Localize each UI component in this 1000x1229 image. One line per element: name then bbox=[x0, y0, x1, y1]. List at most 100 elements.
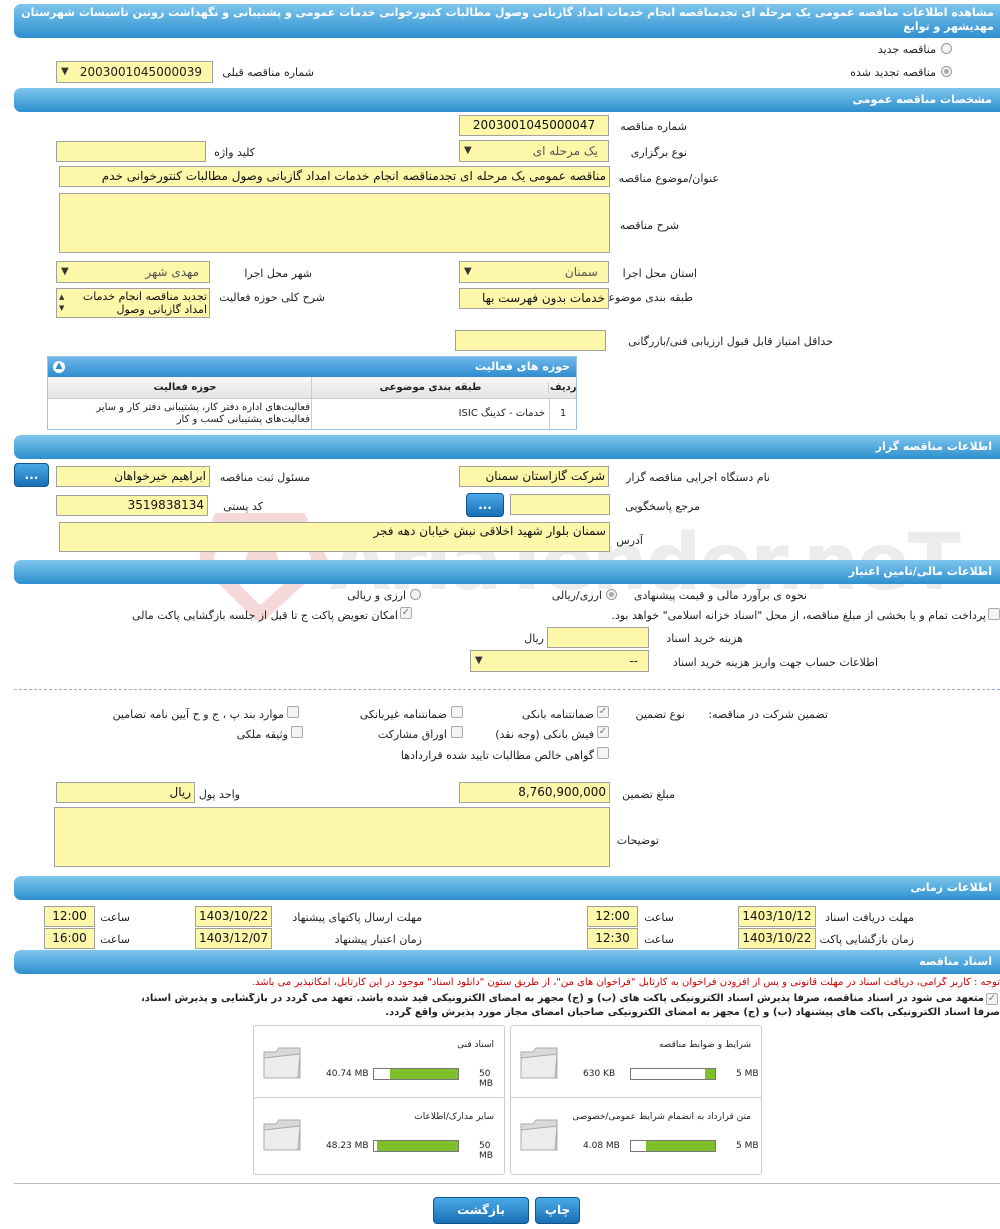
folder-icon bbox=[263, 1047, 301, 1079]
items-pc-checkbox[interactable] bbox=[287, 706, 299, 718]
province-select[interactable]: ▼ سمنان bbox=[459, 261, 609, 283]
doc-card-title: سایر مدارک/اطلاعات bbox=[414, 1112, 494, 1122]
table-row[interactable]: 1 خدمات - کدینگ ISIC فعالیت‌های اداره دف… bbox=[48, 399, 576, 429]
chevron-down-icon: ▼ bbox=[61, 66, 69, 77]
estimate-label: نحوه ی برآورد مالی و قیمت پیشنهادی bbox=[633, 589, 807, 602]
chevron-down-icon: ▼ bbox=[61, 266, 69, 277]
address-label: آدرس bbox=[616, 534, 643, 547]
activity-desc-label: شرح کلی حوزه فعالیت bbox=[219, 291, 325, 304]
new-tender-radio[interactable] bbox=[941, 43, 952, 54]
open-time[interactable]: 12:30 bbox=[587, 928, 638, 949]
chevron-down-icon: ▼ bbox=[475, 655, 483, 666]
description-field[interactable] bbox=[59, 193, 610, 253]
registrar-lookup-button[interactable]: ... bbox=[14, 463, 49, 487]
account-select[interactable]: ▼ -- bbox=[470, 650, 649, 672]
org-field[interactable]: شرکت گازاستان سمنان bbox=[459, 466, 609, 487]
doc-card-progress-fill bbox=[377, 1141, 458, 1151]
address-field[interactable]: سمنان بلوار شهید اخلاقی نبش خیابان دهه ف… bbox=[59, 522, 610, 552]
scroll-down-icon[interactable]: ▼ bbox=[59, 302, 64, 315]
doc-card-max: 50 MB bbox=[479, 1069, 493, 1089]
currency-rial-radio[interactable] bbox=[606, 589, 617, 600]
cheque-checkbox[interactable]: ✓ bbox=[597, 726, 609, 738]
back-button[interactable]: بازگشت bbox=[433, 1197, 529, 1224]
min-score-field[interactable] bbox=[455, 330, 606, 351]
doc-card-progress bbox=[373, 1140, 459, 1152]
row-field: فعالیت‌های اداره دفتر کار، پشتیبانی دفتر… bbox=[96, 402, 310, 425]
cert-checkbox[interactable] bbox=[597, 747, 609, 759]
open-label: زمان بازگشایی پاکت ها bbox=[806, 933, 914, 946]
keyword-label: کلید واژه bbox=[214, 146, 255, 159]
city-select[interactable]: ▼ مهدی شهر bbox=[56, 261, 210, 283]
postal-label: کد پستی bbox=[223, 500, 263, 513]
send-date[interactable]: 1403/10/22 bbox=[195, 906, 272, 927]
doc-card-title: اسناد فنی bbox=[457, 1040, 494, 1050]
doc-card[interactable]: سایر مدارک/اطلاعات 48.23 MB 50 MB bbox=[253, 1097, 505, 1175]
organizer-section-title: اطلاعات مناقصه گزار bbox=[14, 435, 1000, 459]
activities-table-header: حوزه های فعالیت ▲ bbox=[48, 357, 576, 377]
doc-card-progress bbox=[373, 1068, 459, 1080]
description-label: شرح مناقصه bbox=[619, 219, 679, 232]
reference-lookup-button[interactable]: ... bbox=[466, 493, 504, 517]
divider bbox=[14, 689, 1000, 690]
keyword-field[interactable] bbox=[56, 141, 206, 162]
commit-checkbox[interactable]: ✓ bbox=[986, 993, 998, 1005]
receive-time[interactable]: 12:00 bbox=[587, 906, 638, 927]
doc-card-max: 5 MB bbox=[736, 1141, 759, 1151]
general-section-title: مشخصات مناقصه عمومی bbox=[14, 88, 1000, 112]
bank-guarantee-label: ضمانتنامه بانکی bbox=[521, 708, 594, 721]
col-row: ردیف bbox=[550, 382, 577, 393]
valid-time[interactable]: 16:00 bbox=[44, 928, 95, 949]
bonds-checkbox[interactable] bbox=[451, 726, 463, 738]
receive-label: مهلت دریافت اسناد bbox=[825, 911, 914, 924]
renewed-tender-radio[interactable] bbox=[941, 66, 952, 77]
row-number: 1 bbox=[559, 408, 567, 419]
notes-label: توضیحات bbox=[616, 834, 659, 847]
activity-desc-field[interactable]: تجدید مناقصه انجام خدمات امداد گازبانی و… bbox=[56, 288, 210, 318]
treasury-checkbox[interactable] bbox=[988, 608, 1000, 620]
treasury-text: پرداخت تمام و یا بخشی از مبلغ مناقصه، از… bbox=[611, 609, 986, 622]
receive-date[interactable]: 1403/10/12 bbox=[738, 906, 816, 927]
min-score-label: حداقل امتیاز قابل قبول ارزیابی فنی/بازرگ… bbox=[628, 335, 833, 348]
account-label: اطلاعات حساب جهت واریز هزینه خرید اسناد bbox=[672, 656, 878, 669]
timing-section-title: اطلاعات زمانی bbox=[14, 876, 1000, 900]
items-pc-label: موارد بند پ ، ج و ح آیین نامه تضامین bbox=[112, 708, 284, 721]
cheque-label: فیش بانکی (وجه نقد) bbox=[495, 728, 594, 741]
doc-card-title: متن قرارداد به انضمام شرایط عمومی/خصوصی bbox=[572, 1112, 751, 1122]
nonbank-guarantee-checkbox[interactable] bbox=[451, 706, 463, 718]
time-label: ساعت bbox=[644, 911, 674, 924]
category-field[interactable]: خدمات بدون فهرست بها bbox=[459, 288, 609, 309]
postal-code-field[interactable]: 3519838134 bbox=[56, 495, 208, 516]
doc-card-max: 5 MB bbox=[736, 1069, 759, 1079]
currency-and-rial-radio[interactable] bbox=[410, 589, 421, 600]
prev-number-select[interactable]: ▼ 2003001045000039 bbox=[56, 61, 213, 83]
category-label: طبقه بندی موضوعی bbox=[599, 291, 693, 304]
doc-card[interactable]: شرایط و ضوابط مناقصه 630 KB 5 MB bbox=[510, 1025, 762, 1103]
subject-field[interactable]: مناقصه عمومی یک مرحله ای تجدمناقصه انجام… bbox=[59, 166, 610, 187]
collapse-icon[interactable]: ▲ bbox=[53, 361, 65, 373]
doc-card-max: 50 MB bbox=[479, 1141, 493, 1161]
print-button[interactable]: چاپ bbox=[535, 1197, 580, 1224]
doc-card[interactable]: متن قرارداد به انضمام شرایط عمومی/خصوصی 4… bbox=[510, 1097, 762, 1175]
unit-label: واحد پول bbox=[198, 788, 240, 801]
amount-field[interactable]: 8,760,900,000 bbox=[459, 782, 610, 803]
notes-field[interactable] bbox=[54, 807, 610, 867]
property-checkbox[interactable] bbox=[291, 726, 303, 738]
doc-card-size: 48.23 MB bbox=[326, 1141, 369, 1151]
footer-line bbox=[14, 1183, 1000, 1184]
doc-card[interactable]: اسناد فنی 40.74 MB 50 MB bbox=[253, 1025, 505, 1103]
open-date[interactable]: 1403/10/22 bbox=[738, 928, 816, 949]
prev-number-label: شماره مناقصه قبلی bbox=[222, 66, 314, 79]
reference-field[interactable] bbox=[510, 494, 610, 515]
unit-field[interactable]: ریال bbox=[56, 782, 195, 803]
type-select[interactable]: ▼ یک مرحله ای bbox=[459, 140, 609, 162]
tender-number-field[interactable]: 2003001045000047 bbox=[459, 115, 609, 136]
time-label: ساعت bbox=[100, 933, 130, 946]
bank-guarantee-checkbox[interactable]: ✓ bbox=[597, 706, 609, 718]
registrar-field[interactable]: ابراهیم خیرخواهان bbox=[56, 466, 210, 487]
doc-cost-field[interactable] bbox=[547, 627, 649, 648]
cert-label: گواهی خالص مطالبات تایید شده قراردادها bbox=[400, 749, 594, 762]
send-time[interactable]: 12:00 bbox=[44, 906, 95, 927]
bonds-label: اوراق مشارکت bbox=[377, 728, 447, 741]
valid-date[interactable]: 1403/12/07 bbox=[195, 928, 272, 949]
swap-envelope-checkbox[interactable]: ✓ bbox=[400, 607, 412, 619]
